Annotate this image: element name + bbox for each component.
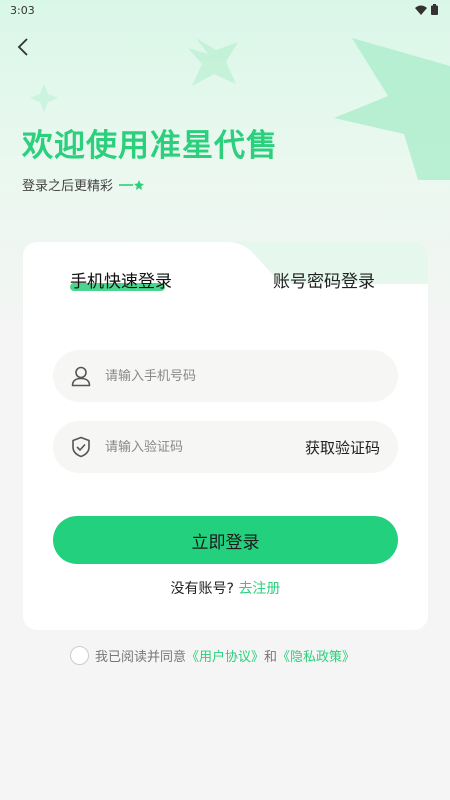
tab-password-login[interactable]: 账号密码登录 [273, 267, 375, 292]
privacy-policy-link[interactable]: 《隐私政策》 [277, 646, 355, 665]
star-dash-icon [119, 179, 145, 190]
agreement-checkbox[interactable] [70, 646, 89, 665]
status-icons [415, 4, 438, 15]
large-star-decoration [334, 38, 450, 180]
login-button[interactable]: 立即登录 [53, 516, 398, 564]
login-card: 手机快速登录 账号密码登录 获取验证码 立即登录 没有账号? 去注册 [23, 242, 428, 630]
user-icon [69, 364, 93, 388]
user-agreement-link[interactable]: 《用户协议》 [186, 646, 264, 665]
shield-check-icon [69, 435, 93, 459]
tab-phone-login[interactable]: 手机快速登录 [70, 267, 172, 292]
register-line: 没有账号? 去注册 [23, 578, 428, 598]
tiny-star-decoration [30, 84, 58, 112]
small-star-decoration [188, 38, 238, 86]
code-field[interactable]: 获取验证码 [53, 421, 398, 473]
welcome-subtitle-row: 登录之后更精彩 [22, 175, 145, 194]
get-code-button[interactable]: 获取验证码 [305, 437, 380, 458]
phone-input[interactable] [105, 368, 285, 384]
phone-field[interactable] [53, 350, 398, 402]
status-time: 3:03 [10, 4, 35, 17]
agreement-prefix: 我已阅读并同意 [95, 650, 187, 665]
agreement-conjunction: 和 [264, 650, 278, 665]
code-input[interactable] [105, 439, 285, 455]
welcome-title: 欢迎使用准星代售 [22, 128, 278, 164]
welcome-subtitle: 登录之后更精彩 [22, 179, 114, 194]
agreement-row: 我已阅读并同意 《用户协议》 和 《隐私政策》 [70, 646, 355, 665]
battery-icon [431, 4, 438, 15]
chevron-left-icon [17, 38, 28, 56]
register-link[interactable]: 去注册 [238, 581, 280, 597]
back-button[interactable] [10, 34, 36, 60]
wifi-icon [415, 5, 427, 15]
status-bar: 3:03 [0, 0, 450, 22]
register-prompt: 没有账号? [170, 581, 234, 597]
